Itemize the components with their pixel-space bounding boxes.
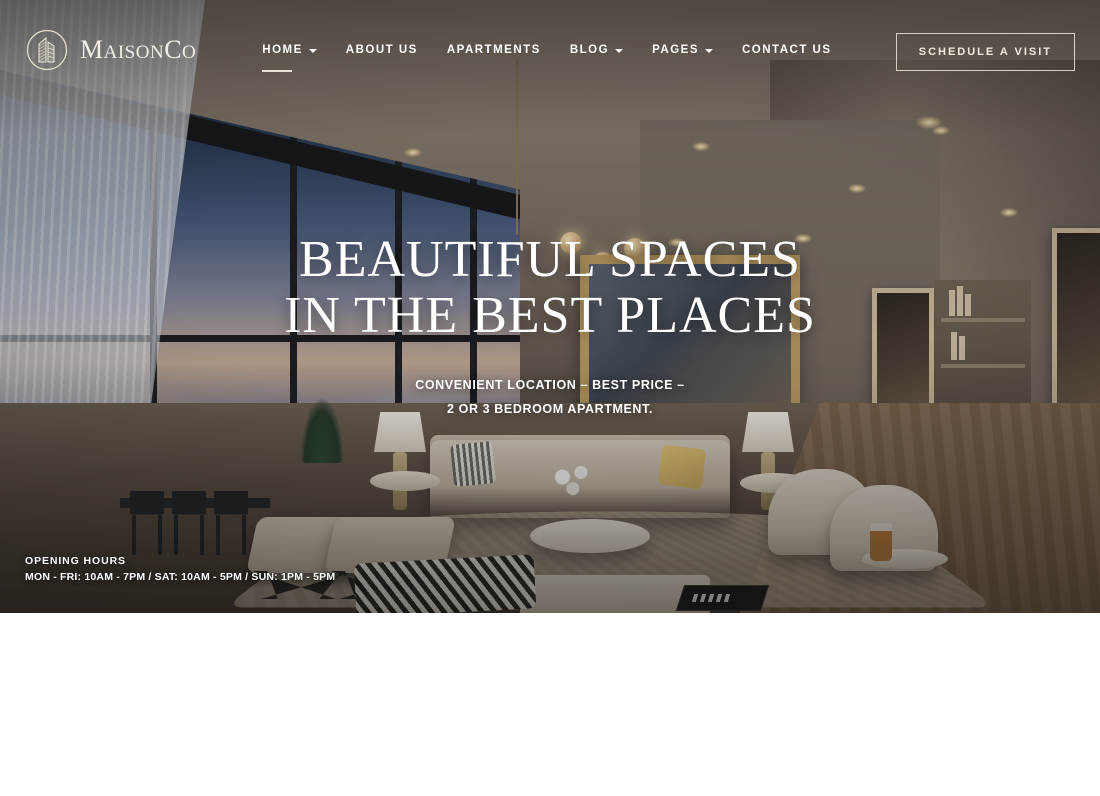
hero-subtitle: CONVENIENT LOCATION – BEST PRICE – 2 OR … bbox=[0, 374, 1100, 422]
schedule-a-visit-button[interactable]: SCHEDULE A VISIT bbox=[895, 33, 1075, 71]
nav-label: BLOG bbox=[569, 44, 610, 56]
active-nav-underline bbox=[262, 70, 293, 72]
nav-label: PAGES bbox=[652, 44, 699, 56]
opening-hours: OPENING HOURS MON - FRI: 10AM - 7PM / SA… bbox=[25, 555, 335, 583]
hero-copy: BEAUTIFUL SPACES IN THE BEST PLACES CONV… bbox=[0, 231, 1100, 422]
hero-subtitle-line-2: 2 OR 3 BEDROOM APARTMENT. bbox=[447, 402, 653, 417]
nav-label: HOME bbox=[262, 44, 303, 56]
hero-title-line-2: IN THE BEST PLACES bbox=[284, 287, 816, 345]
opening-hours-title: OPENING HOURS bbox=[25, 555, 126, 567]
building-overview-section: THE BUILDING OVERVIEW bbox=[0, 613, 1100, 796]
nav-item-apartments[interactable]: APARTMENTS bbox=[447, 38, 541, 62]
nav-item-blog[interactable]: BLOG bbox=[569, 38, 624, 62]
nav-label: CONTACT US bbox=[742, 44, 832, 56]
brand-logo[interactable]: MAISONCO bbox=[25, 28, 196, 72]
nav-item-home[interactable]: HOME bbox=[262, 38, 317, 72]
nav-item-pages[interactable]: PAGES bbox=[652, 38, 713, 62]
building-circle-logo-icon bbox=[25, 28, 69, 72]
nav-label: APARTMENTS bbox=[446, 44, 541, 56]
nav-item-contact-us[interactable]: CONTACT US bbox=[742, 38, 832, 62]
main-navigation: HOME ABOUT US APARTMENTS BLOG PAGES CONT… bbox=[262, 38, 832, 72]
chevron-down-icon bbox=[308, 48, 317, 53]
hero-title: BEAUTIFUL SPACES IN THE BEST PLACES bbox=[0, 231, 1100, 345]
chevron-down-icon bbox=[705, 48, 713, 53]
brand-name: MAISONCO bbox=[80, 35, 197, 64]
hero-section: MAISONCO HOME ABOUT US APARTMENTS BLOG P… bbox=[0, 0, 1100, 613]
nav-item-about-us[interactable]: ABOUT US bbox=[346, 38, 418, 62]
hero-title-line-1: BEAUTIFUL SPACES bbox=[299, 231, 801, 288]
opening-hours-text: MON - FRI: 10AM - 7PM / SAT: 10AM - 5PM … bbox=[25, 571, 336, 583]
chevron-down-icon bbox=[615, 48, 624, 53]
nav-label: ABOUT US bbox=[345, 44, 418, 56]
site-header: MAISONCO HOME ABOUT US APARTMENTS BLOG P… bbox=[0, 0, 1100, 100]
hero-subtitle-line-1: CONVENIENT LOCATION – BEST PRICE – bbox=[415, 378, 685, 393]
